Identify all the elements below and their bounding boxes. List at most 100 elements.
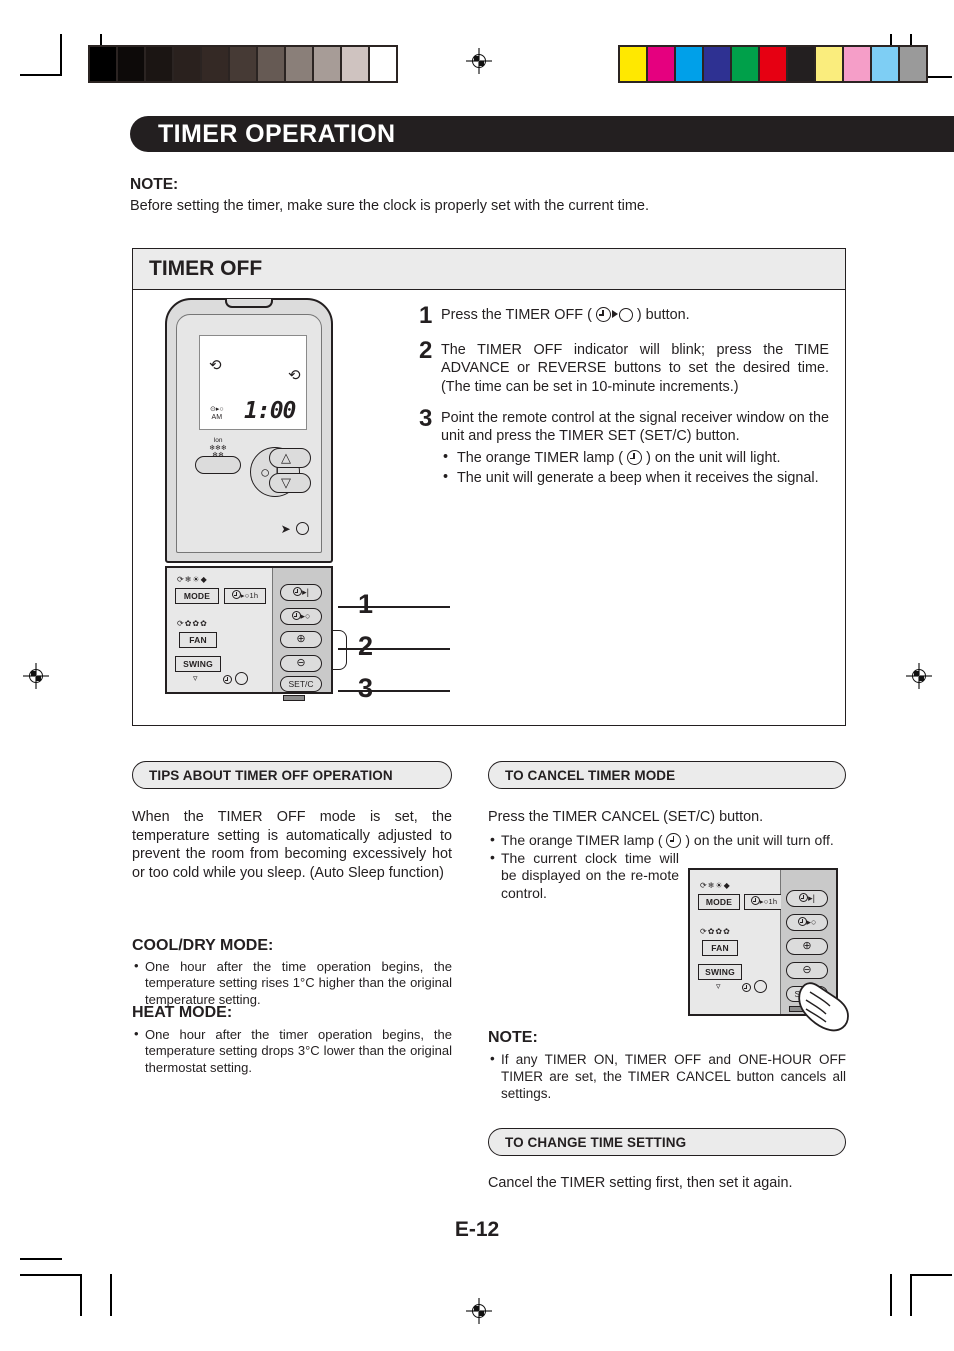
remote-face-plate: ⟲ ⟲ ⊙▸○ AM 1:00 Ion ❄❄❄ ❄❄ ○ | △ ▽ ➤ — [176, 314, 322, 553]
crop-mark — [80, 1274, 82, 1316]
step-text-after: ) button. — [636, 307, 690, 323]
small-remote-left: ⟳❄☀◆ MODE ▸○1h ⟳✿✿✿ FAN SWING ▿ — [690, 870, 784, 1014]
one-hour-label: 1h — [768, 897, 778, 906]
mode-symbols: ⟳❄☀◆ — [177, 575, 208, 584]
heat-mode-title: HEAT MODE: — [132, 1004, 233, 1021]
swing-button[interactable]: SWING — [698, 964, 742, 980]
timer-off-button[interactable]: ▸○ — [280, 608, 322, 625]
receiver-icons — [223, 672, 248, 686]
note-label: NOTE: — [130, 176, 179, 193]
step-number: 2 — [419, 337, 433, 364]
clock-icon — [750, 896, 760, 905]
timer-off-header: TIMER OFF — [133, 249, 845, 290]
arc-icon: ➤ — [280, 522, 291, 536]
mode-button[interactable]: MODE — [698, 894, 740, 910]
cancel-bullet-2: The current clock time will be displayed… — [488, 849, 679, 903]
step-list: 1 Press the TIMER OFF ( ) button. 2 The … — [419, 302, 829, 501]
crop-mark — [60, 34, 62, 76]
registration-mark-top — [466, 48, 492, 74]
clock-icon — [595, 307, 611, 322]
callout-leader-1 — [338, 606, 450, 608]
clock-icon — [666, 833, 682, 848]
timer-off-button[interactable]: ▸○ — [786, 914, 828, 931]
heat-bullets: One hour after the timer operation begin… — [132, 1026, 452, 1076]
fan-button[interactable]: FAN — [179, 632, 217, 648]
cool-dry-bullet: One hour after the time operation begins… — [132, 958, 452, 1008]
step-text: Point the remote control at the signal r… — [441, 409, 829, 488]
ion-button[interactable] — [195, 456, 241, 474]
crop-mark — [20, 1274, 82, 1276]
step-2: 2 The TIMER OFF indicator will blink; pr… — [419, 337, 829, 396]
callout-number-1: 1 — [358, 589, 374, 619]
swing-button[interactable]: SWING — [175, 656, 221, 672]
registration-mark-right — [906, 663, 932, 689]
callout-bracket-2 — [332, 630, 347, 670]
callout-number-3: 3 — [358, 673, 374, 703]
set-cancel-button[interactable]: SET/C — [280, 676, 322, 692]
lcd-timer-off-symbol: ⊙▸○ — [210, 406, 224, 414]
lamp-circle-icon — [753, 980, 767, 993]
registration-mark-bottom — [466, 1298, 492, 1324]
callout-number-2: 2 — [358, 631, 374, 661]
timer-lamp-icon — [223, 675, 232, 684]
one-hour-off-button[interactable]: ▸○1h — [744, 894, 784, 910]
fan-button[interactable]: FAN — [702, 940, 738, 956]
one-hour-label: 1h — [249, 591, 259, 600]
small-circle-icon — [296, 522, 309, 535]
step-text: Press the TIMER OFF ( ) button. — [441, 306, 829, 328]
heat-bullet: One hour after the timer operation begin… — [132, 1026, 452, 1076]
note-text: Before setting the timer, make sure the … — [130, 198, 649, 214]
battery-indicator — [283, 695, 305, 701]
cool-dry-bullets: One hour after the time operation begins… — [132, 958, 452, 1008]
change-body-text: Cancel the TIMER setting first, then set… — [488, 1175, 793, 1191]
circle-icon — [618, 308, 633, 322]
step-number: 1 — [419, 302, 433, 329]
step-text-before: Press the TIMER OFF ( — [441, 307, 592, 323]
cancel-header-pill: TO CANCEL TIMER MODE — [488, 761, 846, 789]
bullet-text-before: The orange TIMER lamp ( — [501, 832, 663, 848]
remote-bottom-icons: ➤ — [281, 522, 309, 536]
timer-on-button[interactable]: ▸| — [280, 584, 322, 601]
step-1: 1 Press the TIMER OFF ( ) button. — [419, 302, 829, 329]
triangle-right-icon — [611, 310, 618, 318]
cancel-bullet-1: The orange TIMER lamp ( ) on the unit wi… — [488, 831, 846, 850]
step-3-bullet-1: The orange TIMER lamp ( ) on the unit wi… — [441, 448, 829, 467]
time-reverse-button[interactable]: ⊖ — [280, 655, 322, 672]
mode-button[interactable]: MODE — [175, 588, 219, 604]
step-3-bullets: The orange TIMER lamp ( ) on the unit wi… — [441, 448, 829, 487]
remote-upper-body: ⟲ ⟲ ⊙▸○ AM 1:00 Ion ❄❄❄ ❄❄ ○ | △ ▽ ➤ — [165, 298, 333, 563]
timer-off-section: TIMER OFF ⟲ ⟲ ⊙▸○ AM 1:00 Ion ❄❄❄ ❄❄ ○ |… — [132, 248, 846, 726]
crop-mark — [910, 1274, 912, 1316]
timer-off-title: TIMER OFF — [149, 257, 263, 280]
lcd-time-value: 1:00 — [244, 398, 296, 424]
cancel-intro-text: Press the TIMER CANCEL (SET/C) button. — [488, 809, 764, 825]
temp-down-button[interactable]: ▽ — [269, 473, 311, 493]
mode-symbols: ⟳❄☀◆ — [700, 881, 731, 890]
clock-icon — [799, 893, 809, 902]
bullet-text-before: The orange TIMER lamp ( — [457, 450, 624, 467]
timer-lamp-icon — [742, 983, 751, 992]
crop-mark — [20, 1258, 62, 1260]
cancel-header-label: TO CANCEL TIMER MODE — [505, 767, 676, 783]
time-advance-button[interactable]: ⊕ — [786, 938, 828, 955]
temp-updown-buttons: △ ▽ — [269, 448, 311, 498]
bottom-note-bullets: If any TIMER ON, TIMER OFF and ONE-HOUR … — [488, 1051, 846, 1103]
lcd-am-label: AM — [211, 413, 223, 421]
top-note-block: NOTE: Before setting the timer, make sur… — [130, 176, 850, 214]
timer-on-button[interactable]: ▸| — [786, 890, 828, 907]
bullet-text-after: ) on the unit will turn off. — [685, 832, 834, 848]
crop-mark — [890, 1274, 892, 1316]
down-arrow-icon: ▽ — [281, 475, 291, 490]
remote-control-illustration: ⟲ ⟲ ⊙▸○ AM 1:00 Ion ❄❄❄ ❄❄ ○ | △ ▽ ➤ ⟳❄☀… — [165, 298, 335, 701]
cool-dry-mode-title: COOL/DRY MODE: — [132, 937, 274, 954]
temp-up-button[interactable]: △ — [269, 448, 311, 468]
step-3-bullet-2: The unit will generate a beep when it re… — [441, 468, 829, 487]
one-hour-off-button[interactable]: ▸○1h — [224, 588, 266, 604]
time-reverse-button[interactable]: ⊖ — [786, 962, 828, 979]
clock-icon — [291, 611, 301, 620]
lamp-circle-icon — [234, 672, 248, 685]
receiver-icons — [742, 980, 767, 994]
swing-pointer-icon: ▿ — [716, 981, 721, 991]
time-advance-button[interactable]: ⊕ — [280, 631, 322, 648]
timer-off-body: ⟲ ⟲ ⊙▸○ AM 1:00 Ion ❄❄❄ ❄❄ ○ | △ ▽ ➤ ⟳❄☀… — [133, 290, 845, 726]
